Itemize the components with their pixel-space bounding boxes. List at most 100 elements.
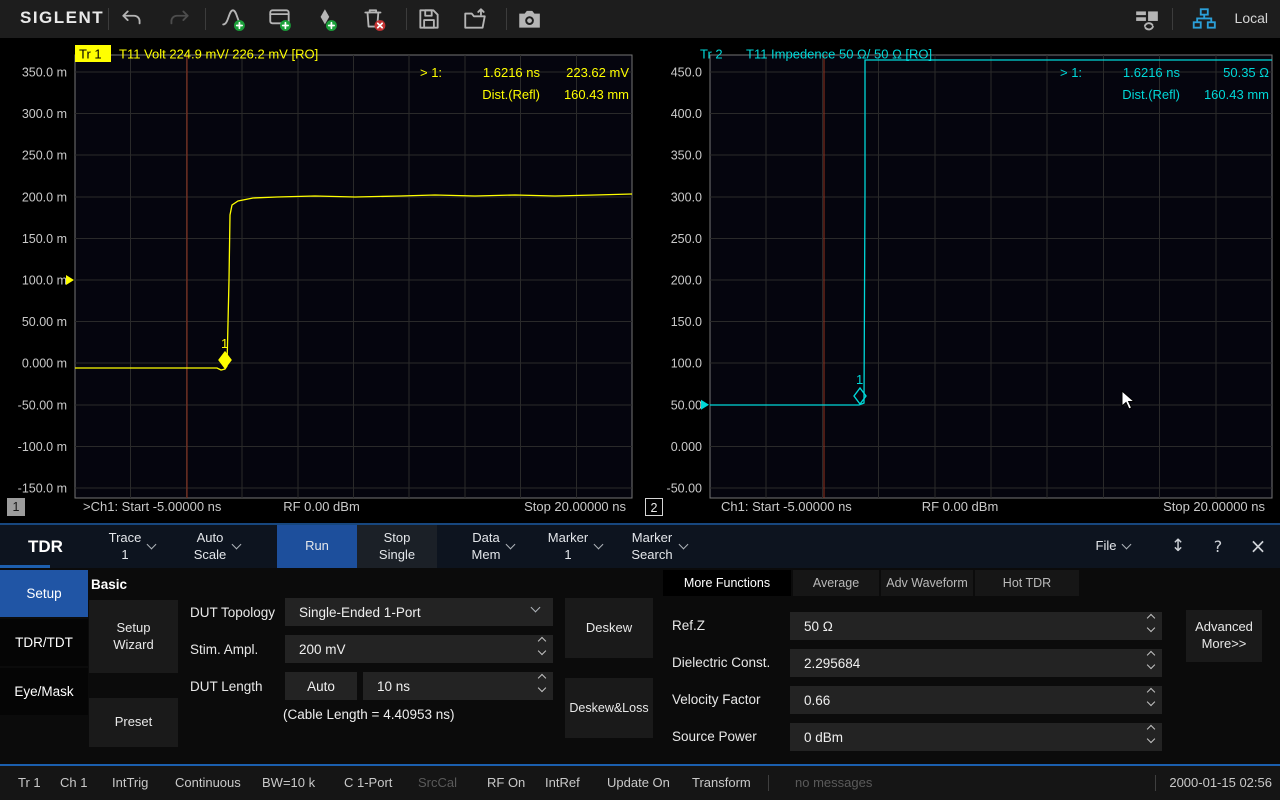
source-power-stepper[interactable]: 0 dBm	[790, 723, 1162, 751]
basic-section-title: Basic	[91, 577, 127, 592]
dut-topology-select[interactable]: Single-Ended 1-Port	[285, 598, 553, 626]
dut-length-auto-button[interactable]: Auto	[285, 672, 357, 700]
status-inttrig: IntTrig	[112, 775, 148, 790]
menu-stop-single[interactable]: Stop Single	[357, 525, 437, 568]
menu-marker-search[interactable]: Marker Search	[616, 525, 702, 568]
y-tick-label: -100.0 m	[18, 440, 67, 454]
sidebar-tab-eye-mask[interactable]: Eye/Mask	[0, 668, 88, 715]
tab-adv-waveform[interactable]: Adv Waveform	[881, 570, 973, 596]
local-status[interactable]: Local	[1235, 10, 1268, 26]
spinner-arrows[interactable]	[539, 675, 545, 691]
left-chart[interactable]: 350.0 m300.0 m250.0 m200.0 m150.0 m100.0…	[5, 40, 638, 523]
chevron-down-icon	[506, 540, 516, 550]
open-icon[interactable]	[461, 6, 489, 32]
stim-ampl-stepper[interactable]: 200 mV	[285, 635, 553, 663]
menu-file[interactable]: File	[1082, 525, 1144, 568]
tab-more-functions[interactable]: More Functions	[663, 570, 791, 596]
menu-trace[interactable]: Trace 1	[96, 525, 168, 568]
velocity-factor-stepper[interactable]: 0.66	[790, 686, 1162, 714]
marker-readout-id: > 1:	[420, 65, 442, 80]
sidebar-tab-tdr-tdt[interactable]: TDR/TDT	[0, 619, 88, 666]
y-tick-label: 50.00	[671, 398, 702, 412]
siglent-logo: SIGLENT	[20, 8, 104, 28]
preset-button[interactable]: Preset	[89, 698, 178, 747]
chevron-down-icon	[678, 540, 688, 550]
deskew-loss-button[interactable]: Deskew&Loss	[565, 678, 653, 738]
close-icon[interactable]: ×	[1243, 525, 1273, 568]
window-layout-icon[interactable]	[1133, 6, 1161, 32]
menu-title-tdr: TDR	[28, 525, 63, 568]
delete-icon[interactable]	[360, 6, 388, 32]
add-marker-icon[interactable]	[312, 6, 340, 32]
y-tick-label: 150.0 m	[22, 232, 67, 246]
advanced-more-button[interactable]: Advanced More>>	[1186, 610, 1262, 662]
menu-run[interactable]: Run	[277, 525, 357, 568]
redo-icon[interactable]	[165, 6, 193, 32]
ref-z-stepper[interactable]: 50 Ω	[790, 612, 1162, 640]
y-tick-label: 250.0 m	[22, 149, 67, 163]
y-tick-label: 250.0	[671, 232, 702, 246]
divider	[1155, 775, 1156, 791]
y-tick-label: 350.0	[671, 149, 702, 163]
status-transform: Transform	[692, 775, 751, 790]
resize-icon[interactable]: ↕	[1163, 525, 1193, 568]
chevron-down-icon	[531, 603, 541, 613]
y-tick-label: 150.0	[671, 315, 702, 329]
add-window-icon[interactable]	[266, 6, 294, 32]
sidebar-tab-setup[interactable]: Setup	[0, 570, 88, 617]
status-update-on: Update On	[607, 775, 670, 790]
marker-readout-id: > 1:	[1060, 65, 1082, 80]
network-icon[interactable]	[1190, 6, 1218, 32]
right-stop-readout: Stop 20.00000 ns	[1163, 499, 1265, 514]
spinner-arrows[interactable]	[1148, 689, 1154, 705]
status-srccal: SrcCal	[418, 775, 457, 790]
dielectric-const-stepper[interactable]: 2.295684	[790, 649, 1162, 677]
marker-dist-value: 160.43 mm	[1204, 87, 1269, 102]
deskew-button[interactable]: Deskew	[565, 598, 653, 658]
status-ch-1: Ch 1	[60, 775, 87, 790]
top-toolbar: SIGLENT	[0, 0, 1280, 38]
menu-data-mem[interactable]: Data Mem	[455, 525, 531, 568]
status-c-1-port: C 1-Port	[344, 775, 392, 790]
y-tick-label: 0.000 m	[22, 357, 67, 371]
menu-auto-scale[interactable]: Auto Scale	[178, 525, 256, 568]
divider	[506, 8, 507, 30]
siglent-tdr-app: SIGLENT	[0, 0, 1280, 800]
tab-average[interactable]: Average	[793, 570, 879, 596]
right-chart[interactable]: 450.0400.0350.0300.0250.0200.0150.0100.0…	[643, 40, 1277, 523]
status-intref: IntRef	[545, 775, 580, 790]
dut-length-stepper[interactable]: 10 ns	[363, 672, 553, 700]
trace-title: T11 Volt 224.9 mV/ 226.2 mV [RO]	[119, 47, 318, 62]
undo-icon[interactable]	[118, 6, 146, 32]
chevron-down-icon	[1122, 540, 1132, 550]
save-icon[interactable]	[415, 6, 443, 32]
chevron-down-icon	[232, 540, 242, 550]
y-tick-label: 350.0 m	[22, 66, 67, 80]
velocity-factor-label: Velocity Factor	[672, 692, 761, 707]
tab-hot-tdr[interactable]: Hot TDR	[975, 570, 1079, 596]
spinner-arrows[interactable]	[1148, 652, 1154, 668]
marker-readout-time: 1.6216 ns	[483, 65, 541, 80]
screenshot-icon[interactable]	[515, 6, 543, 32]
status-datetime: 2000-01-15 02:56	[1169, 775, 1272, 790]
dielectric-const-label: Dielectric Const.	[672, 655, 770, 670]
ref-level-arrow	[66, 275, 74, 285]
add-trace-icon[interactable]	[220, 6, 248, 32]
setup-wizard-button[interactable]: Setup Wizard	[89, 600, 178, 673]
marker-readout-time: 1.6216 ns	[1123, 65, 1181, 80]
spinner-arrows[interactable]	[539, 638, 545, 654]
spinner-arrows[interactable]	[1148, 615, 1154, 631]
divider	[768, 775, 769, 791]
menu-marker[interactable]: Marker 1	[538, 525, 612, 568]
y-tick-label: 200.0	[671, 274, 702, 288]
y-tick-label: 0.000	[671, 440, 702, 454]
left-chart-footer: 1 >Ch1: Start -5.00000 ns RF 0.00 dBm St…	[5, 498, 638, 518]
divider	[406, 8, 407, 30]
help-icon[interactable]: ?	[1203, 525, 1233, 568]
y-tick-label: 200.0 m	[22, 190, 67, 204]
spinner-arrows[interactable]	[1148, 726, 1154, 742]
trace-badge: Tr 2	[700, 47, 723, 62]
marker-readout-value: 50.35 Ω	[1223, 65, 1269, 80]
dut-length-label: DUT Length	[190, 679, 263, 694]
status-continuous: Continuous	[175, 775, 241, 790]
